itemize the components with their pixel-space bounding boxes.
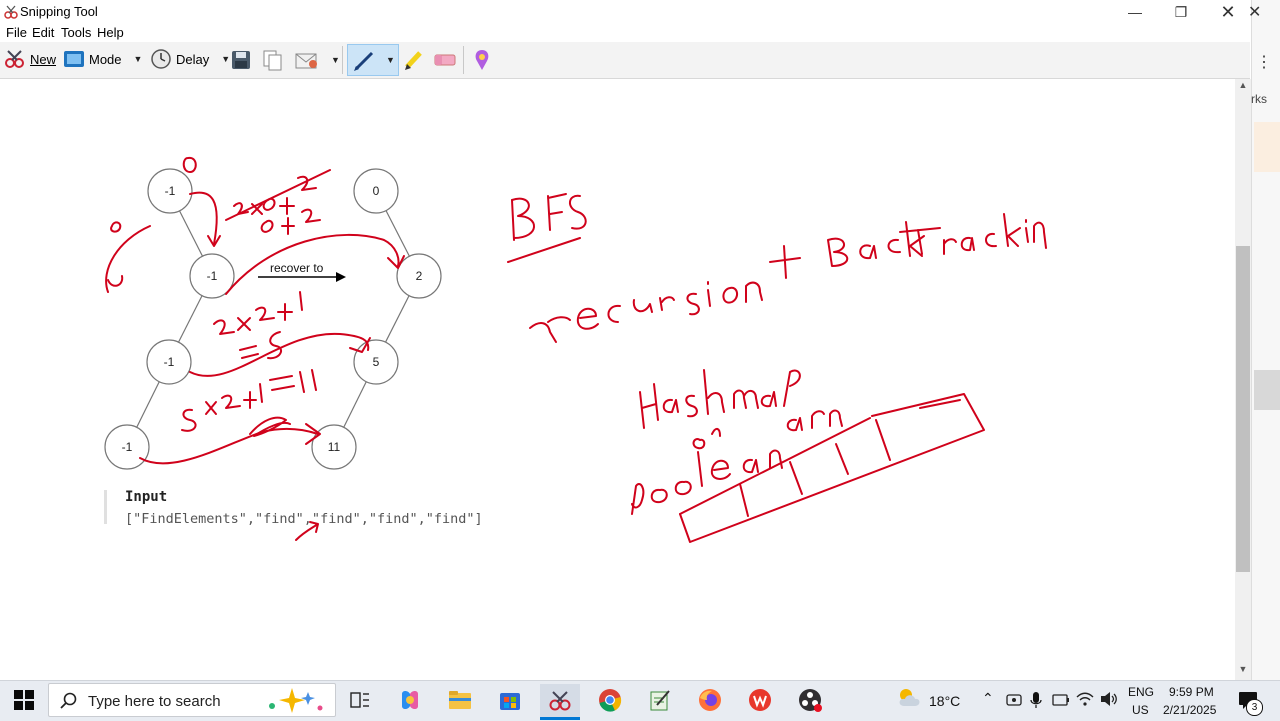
new-label: New <box>30 51 57 67</box>
minimize-button[interactable]: — <box>1112 0 1158 24</box>
save-button[interactable] <box>231 50 251 75</box>
highlighter-icon <box>405 51 422 70</box>
background-window-text: rks <box>1251 92 1267 106</box>
wifi-icon[interactable] <box>1076 691 1094 707</box>
title-bar <box>0 0 1250 24</box>
obs-button[interactable] <box>790 684 830 716</box>
chrome-button[interactable] <box>590 684 630 716</box>
scissors-icon <box>5 50 24 68</box>
menu-file[interactable]: File <box>6 25 27 40</box>
clock-time[interactable]: 9:59 PM <box>1169 685 1214 699</box>
send-email-icon <box>295 53 317 69</box>
toolbar-separator <box>463 46 464 74</box>
task-view-button[interactable] <box>340 684 380 716</box>
background-window-tile <box>1254 370 1280 410</box>
menu-bar <box>0 24 1250 42</box>
file-explorer-icon <box>449 691 471 709</box>
paint3d-icon <box>475 50 489 70</box>
pen-dropdown-icon: ▼ <box>386 55 395 65</box>
mode-label: Mode <box>89 51 122 67</box>
menu-edit[interactable]: Edit <box>32 25 54 40</box>
scroll-down-icon[interactable]: ▼ <box>1235 664 1251 678</box>
search-highlight-icon <box>269 688 323 713</box>
notification-count-badge: 3 <box>1246 699 1263 716</box>
eraser-icon <box>434 54 456 66</box>
firefox-button[interactable] <box>690 684 730 716</box>
file-explorer-button[interactable] <box>440 684 480 716</box>
notepad-icon <box>650 690 670 711</box>
volume-icon[interactable] <box>1100 691 1118 707</box>
close-button[interactable]: ✕ <box>1205 0 1251 24</box>
pen-ink-annotations <box>105 156 1047 543</box>
snipping-tool-taskbar-button[interactable] <box>540 684 580 720</box>
battery-icon[interactable] <box>1052 693 1070 707</box>
delay-button[interactable]: Delay ▼ <box>150 49 230 69</box>
clock-icon <box>151 49 171 69</box>
chrome-icon <box>599 689 622 712</box>
snipping-tool-app-icon <box>4 5 18 19</box>
search-placeholder: Type here to search <box>88 693 221 710</box>
new-snip-button[interactable]: New <box>4 49 56 69</box>
input-language[interactable]: ENG <box>1128 685 1154 699</box>
scroll-up-icon[interactable]: ▲ <box>1235 80 1251 94</box>
toolbar-separator <box>342 46 343 74</box>
restore-button[interactable]: ❐ <box>1158 0 1204 24</box>
eraser-button[interactable] <box>433 51 457 74</box>
background-close-icon[interactable]: ✕ <box>1248 2 1261 22</box>
microphone-icon[interactable] <box>1030 691 1042 709</box>
weather-temperature[interactable]: 18°C <box>929 693 960 709</box>
notepad-button[interactable] <box>640 684 680 716</box>
store-button[interactable] <box>490 684 530 716</box>
search-icon <box>60 692 77 709</box>
save-icon <box>232 51 250 69</box>
delay-label: Delay <box>176 51 210 67</box>
input-region[interactable]: US <box>1132 703 1149 717</box>
pen-icon <box>354 51 374 71</box>
firefox-icon <box>699 689 721 711</box>
close-icon: ✕ <box>1220 1 1236 22</box>
copy-icon <box>263 50 282 71</box>
show-hidden-icons-icon[interactable]: ⌃ <box>982 690 994 707</box>
more-options-icon[interactable]: ⋮ <box>1256 52 1272 72</box>
window-title: Snipping Tool <box>20 4 98 19</box>
wps-button[interactable] <box>740 684 780 716</box>
copy-button[interactable] <box>262 49 284 76</box>
mode-dropdown-icon: ▼ <box>133 54 143 64</box>
background-window-tile <box>1254 122 1280 172</box>
meet-now-icon[interactable] <box>1006 692 1022 708</box>
clock-date[interactable]: 2/21/2025 <box>1163 703 1216 717</box>
store-icon <box>500 693 520 710</box>
send-snip-button[interactable]: ▼ <box>295 50 340 70</box>
wps-icon <box>749 689 771 711</box>
weather-icon[interactable] <box>896 686 922 708</box>
minimize-icon: — <box>1128 4 1142 20</box>
scrollbar-thumb[interactable] <box>1236 246 1250 572</box>
obs-icon <box>799 689 822 712</box>
delay-dropdown-icon: ▼ <box>221 54 231 64</box>
restore-icon: ❐ <box>1174 3 1188 20</box>
menu-help[interactable]: Help <box>97 25 124 40</box>
send-dropdown-icon: ▼ <box>331 55 340 65</box>
pen-button[interactable]: ▼ <box>347 44 399 76</box>
snipping-tool-icon <box>549 690 571 710</box>
copilot-button[interactable] <box>390 684 430 716</box>
windows-logo-icon <box>14 690 34 710</box>
mode-icon <box>64 51 84 67</box>
task-view-icon <box>350 692 369 708</box>
start-button[interactable] <box>14 690 34 715</box>
paint3d-button[interactable] <box>472 49 492 76</box>
copilot-icon <box>402 691 418 709</box>
mode-button[interactable]: Mode ▼ <box>63 50 142 68</box>
highlighter-button[interactable] <box>403 49 425 76</box>
menu-tools[interactable]: Tools <box>61 25 91 40</box>
